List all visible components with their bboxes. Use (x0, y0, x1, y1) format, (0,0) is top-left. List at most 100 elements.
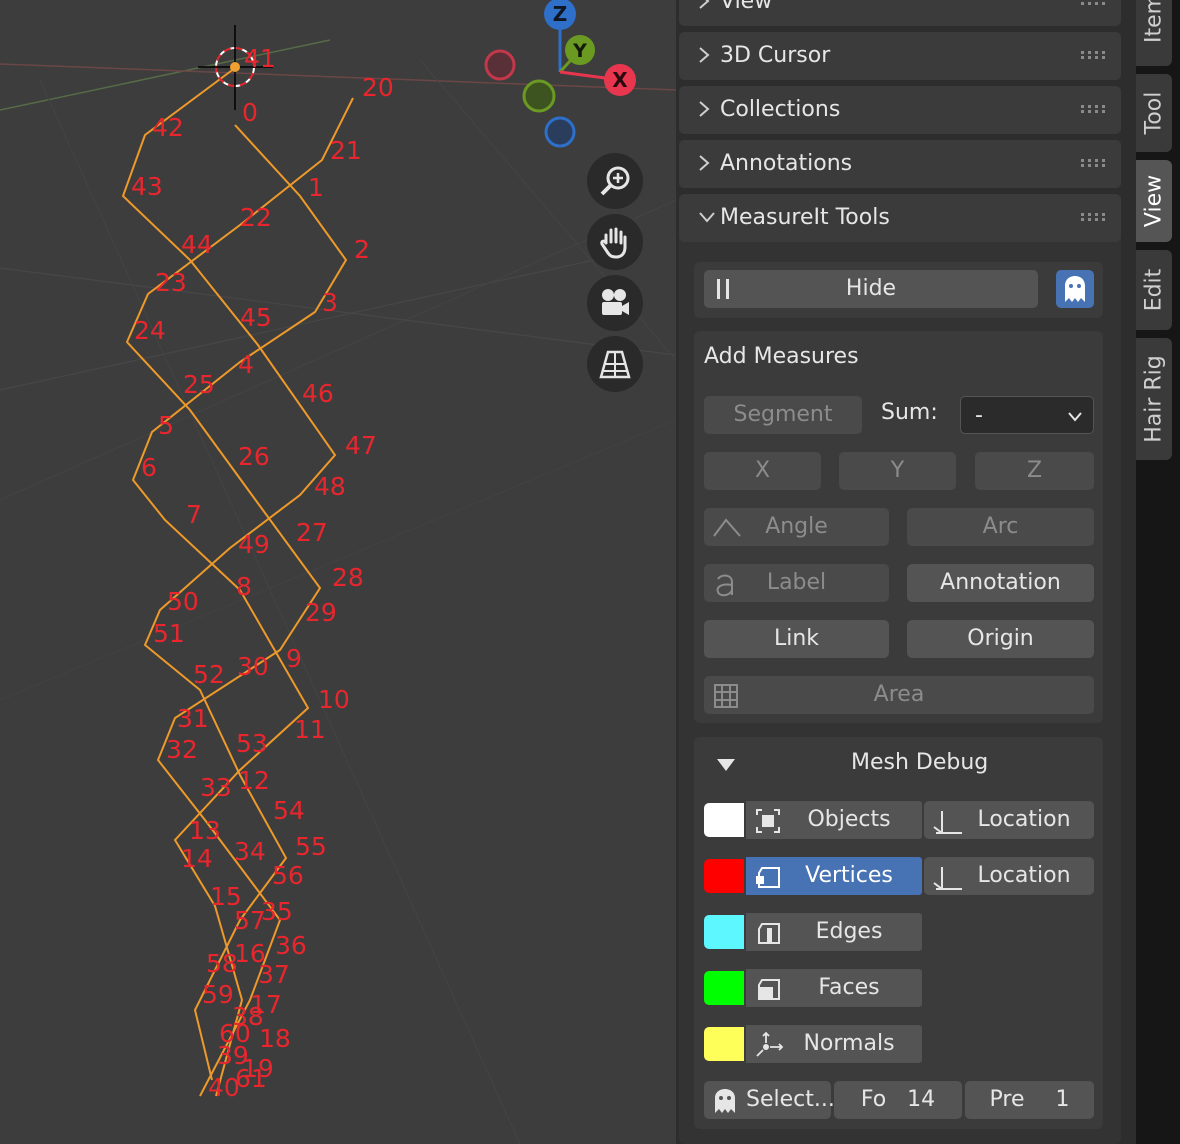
vertex-index-label: 0 (242, 98, 258, 127)
vertex-index-label: 12 (238, 766, 270, 795)
font-size-label: Fo (860, 1087, 887, 1112)
axis-location-icon (933, 867, 962, 890)
3d-viewport[interactable]: 41 20 0 42 21 1 43 22 44 2 23 3 24 45 4 25 46 5 47 6 26 48 7 27… (0, 0, 676, 1144)
panel-header-label: MeasureIt Tools (720, 205, 890, 230)
vertices-color-swatch[interactable] (704, 859, 744, 893)
label-button[interactable]: Label (704, 564, 889, 602)
link-button[interactable]: Link (704, 620, 889, 658)
chevron-right-icon (699, 101, 710, 117)
hide-button[interactable]: Hide (704, 270, 1038, 308)
vertex-index-label: 45 (240, 303, 272, 332)
edge-icon (758, 923, 780, 944)
origin-button[interactable]: Origin (907, 620, 1094, 658)
vertex-index-label: 13 (189, 816, 221, 845)
annotation-button[interactable]: Annotation (907, 564, 1094, 602)
panel-header-view[interactable]: View (679, 0, 1121, 26)
add-measures-title: Add Measures (704, 344, 859, 369)
precision-field[interactable]: Pre 1 (965, 1081, 1094, 1119)
tab-label: Edit (1141, 268, 1167, 312)
vertices-location-button[interactable]: Location (924, 857, 1094, 895)
camera-view-button[interactable] (587, 275, 643, 331)
chevron-down-icon (1068, 412, 1082, 422)
panel-header-annotations[interactable]: Annotations (679, 140, 1121, 188)
objects-color-swatch[interactable] (704, 803, 744, 837)
normals-color-swatch[interactable] (704, 1027, 744, 1061)
arc-button[interactable]: Arc (907, 508, 1094, 546)
edges-color-swatch[interactable] (704, 915, 744, 949)
tab-tool[interactable]: Tool (1136, 74, 1172, 152)
objects-toggle-button[interactable]: Objects (746, 801, 922, 839)
vertex-index-label: 24 (134, 316, 166, 345)
vertex-index-label: 28 (332, 563, 364, 592)
vertex-index-label: 18 (259, 1024, 291, 1053)
tab-label: View (1141, 174, 1167, 228)
segment-button[interactable]: Segment (704, 396, 862, 434)
vertex-index-label: 49 (238, 530, 270, 559)
ghost-icon (715, 1089, 735, 1113)
faces-color-swatch[interactable] (704, 971, 744, 1005)
vertices-toggle-button[interactable]: Vertices (746, 857, 922, 895)
panel-header-3d-cursor[interactable]: 3D Cursor (679, 32, 1121, 80)
sum-label: Sum: (881, 400, 938, 425)
z-measure-button[interactable]: Z (975, 452, 1094, 490)
x-measure-button[interactable]: X (704, 452, 821, 490)
panel-header-measureit-tools[interactable]: MeasureIt Tools (679, 194, 1121, 242)
drag-grip-icon[interactable] (1081, 51, 1105, 59)
pan-button[interactable] (587, 214, 643, 270)
perspective-toggle-button[interactable] (587, 336, 643, 392)
ghost-toggle-button[interactable] (1056, 270, 1094, 308)
chevron-right-icon (699, 155, 710, 171)
chevron-down-icon (699, 212, 715, 223)
y-measure-button[interactable]: Y (839, 452, 956, 490)
angle-button[interactable]: Angle (704, 508, 889, 546)
vertex-index-label: 20 (362, 73, 394, 102)
hide-label: Hide (845, 276, 897, 301)
tab-view[interactable]: View (1136, 160, 1172, 242)
precision-value: 1 (1055, 1087, 1070, 1112)
drag-grip-icon[interactable] (1081, 213, 1105, 221)
vertex-index-label: 37 (258, 960, 290, 989)
grid-line (0, 249, 641, 391)
axis-location-icon (933, 811, 962, 834)
y-axis-label: Y (572, 40, 587, 62)
tab-edit[interactable]: Edit (1136, 250, 1172, 330)
drag-grip-icon[interactable] (1081, 105, 1105, 113)
navigation-gizmo[interactable]: Z Y X (480, 0, 640, 160)
neg-z-axis-handle[interactable] (544, 116, 576, 148)
drag-grip-icon[interactable] (1081, 159, 1105, 167)
vertex-index-label: 50 (167, 587, 199, 616)
vertex-index-label: 21 (330, 136, 362, 165)
vertex-index-label: 53 (236, 729, 268, 758)
normals-toggle-button[interactable]: Normals (746, 1025, 922, 1063)
edges-toggle-button[interactable]: Edges (746, 913, 922, 951)
objects-location-button[interactable]: Location (924, 801, 1094, 839)
vertices-location-label: Location (977, 863, 1071, 888)
font-size-field[interactable]: Fo 14 (834, 1081, 962, 1119)
vertex-index-label: 43 (131, 172, 163, 201)
vertex-index-label: 59 (202, 980, 234, 1009)
drag-grip-icon[interactable] (1081, 0, 1105, 5)
tab-hair-rig[interactable]: Hair Rig (1136, 338, 1172, 460)
select-label: Select... (746, 1087, 835, 1112)
panel-header-collections[interactable]: Collections (679, 86, 1121, 134)
z-axis-label: Z (553, 2, 568, 26)
vertex-index-label: 48 (314, 472, 346, 501)
vertex-index-label: 10 (318, 685, 350, 714)
neg-x-axis-handle[interactable] (484, 49, 516, 81)
area-button[interactable]: Area (704, 676, 1094, 714)
vertex-index-label: 58 (206, 949, 238, 978)
area-label: Area (873, 682, 925, 707)
tab-item[interactable]: Item (1136, 0, 1172, 66)
font-a-icon (716, 574, 733, 597)
tab-label: Item (1141, 0, 1167, 44)
x-axis-label: X (612, 68, 628, 92)
objects-location-label: Location (977, 807, 1071, 832)
normals-label: Normals (803, 1031, 895, 1056)
select-button[interactable]: Select... (704, 1081, 835, 1119)
neg-y-axis-handle[interactable] (522, 79, 556, 113)
sum-dropdown[interactable]: - (960, 396, 1094, 434)
vertex-index-label: 56 (272, 861, 304, 890)
faces-toggle-button[interactable]: Faces (746, 969, 922, 1007)
disclosure-triangle-icon[interactable] (716, 757, 736, 773)
zoom-button[interactable] (587, 153, 643, 209)
